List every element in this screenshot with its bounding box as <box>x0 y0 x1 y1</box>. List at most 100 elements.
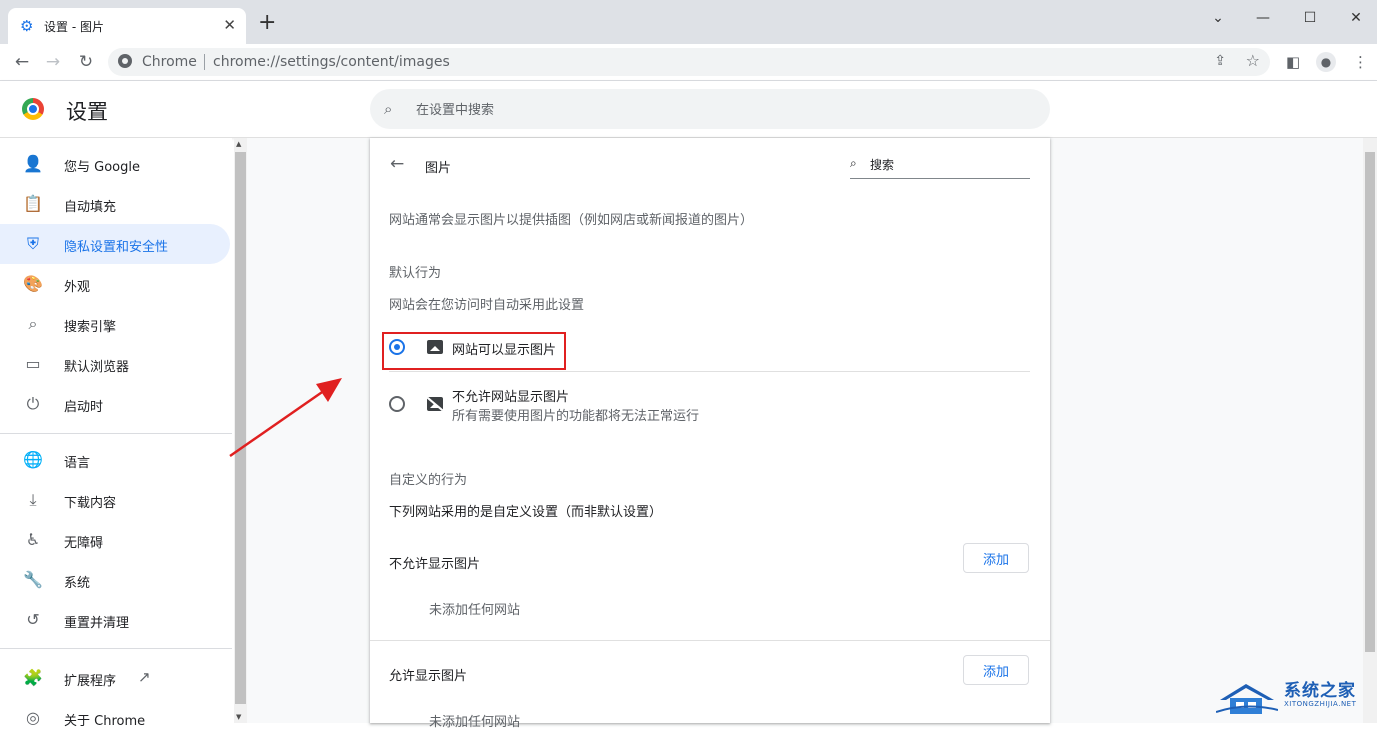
sidebar-item-label: 外观 <box>64 280 91 295</box>
sidebar-item-search-engine[interactable]: ⌕ 搜索引擎 <box>0 304 230 344</box>
url-text[interactable]: chrome://settings/content/images <box>213 54 450 70</box>
red-arrow-annotation <box>229 378 342 458</box>
sidebar-item-label: 默认浏览器 <box>64 360 130 375</box>
search-icon: ⌕ <box>850 156 857 170</box>
sidebar-item-reset[interactable]: ↺ 重置并清理 <box>0 600 230 640</box>
page-scrollbar-thumb[interactable] <box>1365 152 1375 652</box>
site-label: Chrome <box>142 54 197 70</box>
scroll-up-arrow-icon[interactable]: ▲ <box>236 140 241 148</box>
sidebar-item-privacy[interactable]: ⛨ 隐私设置和安全性 <box>0 224 230 264</box>
house-logo-icon <box>1216 684 1278 714</box>
sidebar-item-label: 重置并清理 <box>64 616 130 631</box>
reload-button[interactable]: ↻ <box>73 50 99 74</box>
sidebar-divider <box>0 648 232 649</box>
search-icon: ⌕ <box>28 314 38 333</box>
accessibility-icon: ♿ <box>25 530 41 549</box>
back-button[interactable]: ← <box>9 50 35 74</box>
maximize-button[interactable]: ☐ <box>1290 6 1330 30</box>
tab-settings-images[interactable]: ⚙ 设置 - 图片 ✕ <box>8 8 246 44</box>
sidebar-item-label: 语言 <box>64 456 91 471</box>
radio-block-images[interactable] <box>389 396 405 412</box>
blocked-list-empty: 未添加任何网站 <box>429 603 521 618</box>
bookmark-star-icon[interactable]: ☆ <box>1246 51 1260 70</box>
watermark-domain: XITONGZHIJIA.NET <box>1284 700 1357 708</box>
section-divider <box>370 640 1050 641</box>
palette-icon: 🎨 <box>23 274 43 293</box>
sidebar-item-label: 隐私设置和安全性 <box>64 240 169 255</box>
sidebar-item-accessibility[interactable]: ♿ 无障碍 <box>0 520 230 560</box>
share-icon[interactable]: ⇪ <box>1214 53 1226 69</box>
highlight-box <box>382 332 566 370</box>
chrome-logo-icon <box>22 98 44 120</box>
image-blocked-icon <box>427 397 443 411</box>
sidebar-item-system[interactable]: 🔧 系统 <box>0 560 230 600</box>
person-icon: 👤 <box>23 154 43 173</box>
sidebar-item-downloads[interactable]: ⤓ 下载内容 <box>0 480 230 520</box>
watermark-brand: 系统之家 <box>1284 681 1356 701</box>
sidebar-item-languages[interactable]: 🌐 语言 <box>0 440 230 480</box>
tab-search-chevron-icon[interactable]: ⌄ <box>1198 6 1238 30</box>
custom-behavior-subheading: 下列网站采用的是自定义设置（而非默认设置） <box>389 505 663 520</box>
menu-kebab-icon[interactable]: ⋮ <box>1353 54 1368 70</box>
new-tab-button[interactable]: + <box>258 12 276 34</box>
sidebar-item-autofill[interactable]: 📋 自动填充 <box>0 184 230 224</box>
shield-icon: ⛨ <box>26 234 39 253</box>
settings-search-box[interactable]: ⌕ <box>370 89 1050 129</box>
sidebar-divider <box>0 433 232 434</box>
default-behavior-heading: 默认行为 <box>389 266 442 281</box>
sidebar-item-label: 无障碍 <box>64 536 104 551</box>
history-icon: ↺ <box>26 610 40 629</box>
back-arrow-icon[interactable]: ← <box>390 154 404 174</box>
default-behavior-subheading: 网站会在您访问时自动采用此设置 <box>389 298 585 313</box>
side-panel-icon[interactable]: ◧ <box>1286 54 1300 70</box>
sidebar-item-label: 系统 <box>64 576 91 591</box>
sidebar-item-on-startup[interactable]: ⏻ 启动时 <box>0 384 230 424</box>
sidebar-item-label: 自动填充 <box>64 200 117 215</box>
allowed-list-label: 允许显示图片 <box>389 669 468 684</box>
option-divider <box>389 371 1030 372</box>
blocked-list-label: 不允许显示图片 <box>389 557 481 572</box>
tab-close-icon[interactable]: ✕ <box>223 15 236 35</box>
sidebar-item-extensions[interactable]: 🧩 扩展程序 ↗ <box>0 658 230 698</box>
forward-button[interactable]: → <box>40 50 66 74</box>
settings-sidebar: 👤 您与 Google 📋 自动填充 ⛨ 隐私设置和安全性 🎨 外观 ⌕ 搜索引… <box>0 138 232 729</box>
sidebar-item-appearance[interactable]: 🎨 外观 <box>0 264 230 304</box>
sidebar-item-label: 您与 Google <box>64 160 140 175</box>
wrench-icon: 🔧 <box>23 570 43 589</box>
page-scrollbar[interactable] <box>1363 138 1377 723</box>
subpage-search-input[interactable] <box>868 154 1032 176</box>
search-icon: ⌕ <box>384 100 393 118</box>
sidebar-item-label: 启动时 <box>64 400 104 415</box>
option-block-images-label[interactable]: 不允许网站显示图片 <box>452 386 569 405</box>
settings-header: 设置 ⌕ <box>0 81 1377 138</box>
tab-title: 设置 - 图片 <box>44 20 104 34</box>
sidebar-item-about-chrome[interactable]: ◎ 关于 Chrome <box>0 698 230 738</box>
settings-title: 设置 <box>66 100 108 124</box>
add-allowed-site-button[interactable]: 添加 <box>963 655 1029 685</box>
external-link-icon: ↗ <box>138 668 151 686</box>
settings-search-input[interactable] <box>414 99 1018 121</box>
option-block-images-sublabel: 所有需要使用图片的功能都将无法正常运行 <box>452 409 700 424</box>
sidebar-item-label: 关于 Chrome <box>64 714 146 729</box>
sidebar-item-label: 搜索引擎 <box>64 320 117 335</box>
profile-avatar-icon[interactable]: ● <box>1316 52 1336 72</box>
sidebar-item-default-browser[interactable]: ▭ 默认浏览器 <box>0 344 230 384</box>
minimize-button[interactable]: — <box>1243 6 1283 30</box>
watermark-logo: 系统之家 XITONGZHIJIA.NET <box>1212 672 1372 720</box>
scroll-down-arrow-icon[interactable]: ▼ <box>236 713 241 721</box>
sidebar-item-label: 扩展程序 <box>64 674 117 689</box>
subpage-search[interactable]: ⌕ <box>850 154 1032 179</box>
chrome-icon: ◎ <box>26 708 40 727</box>
page-description: 网站通常会显示图片以提供插图（例如网店或新闻报道的图片） <box>389 213 754 228</box>
download-icon: ⤓ <box>29 490 37 509</box>
power-icon: ⏻ <box>26 394 40 413</box>
sidebar-item-label: 下载内容 <box>64 496 117 511</box>
browser-toolbar: ← → ↻ Chrome chrome://settings/content/i… <box>0 44 1377 81</box>
puzzle-icon: 🧩 <box>23 668 43 687</box>
address-bar[interactable]: Chrome chrome://settings/content/images … <box>108 48 1270 76</box>
clipboard-icon: 📋 <box>23 194 43 213</box>
add-blocked-site-button[interactable]: 添加 <box>963 543 1029 573</box>
chrome-site-icon <box>118 54 132 68</box>
sidebar-item-you-and-google[interactable]: 👤 您与 Google <box>0 144 230 184</box>
close-window-button[interactable]: ✕ <box>1336 6 1376 30</box>
